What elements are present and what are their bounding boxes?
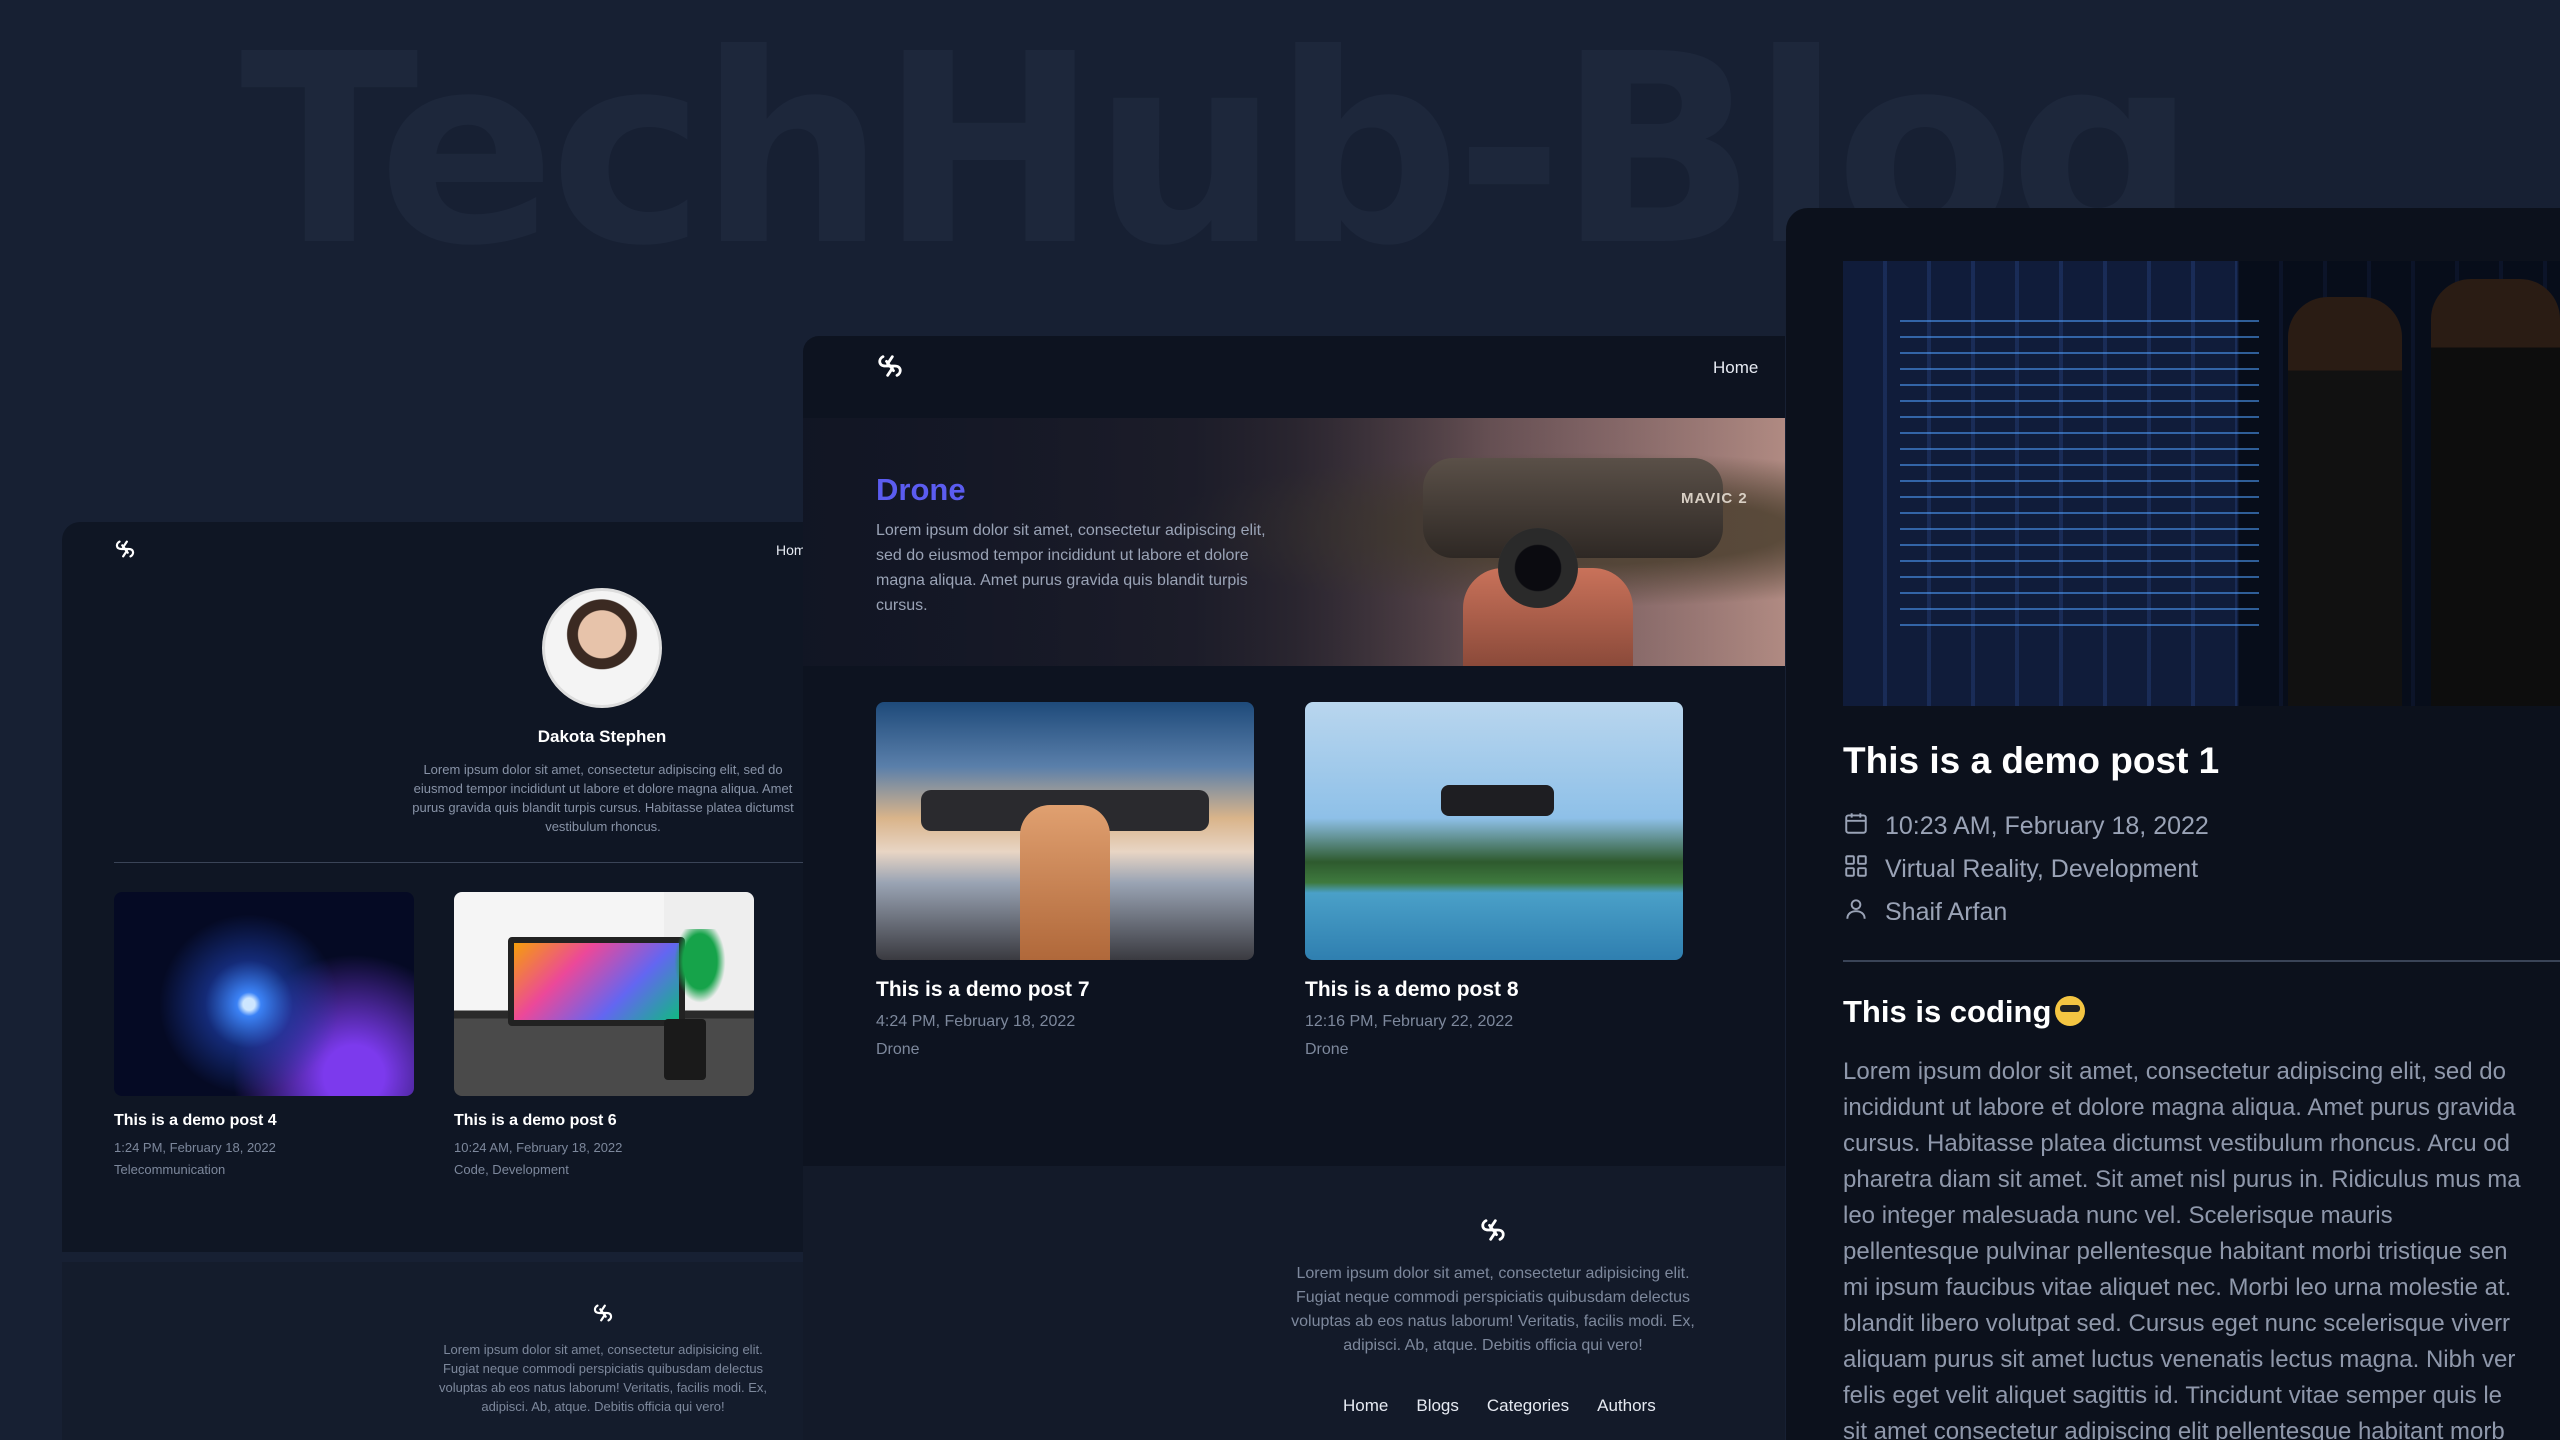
calendar-icon <box>1843 810 1869 843</box>
footer-text: Lorem ipsum dolor sit amet, consectetur … <box>1291 1265 1695 1354</box>
post-body: Lorem ipsum dolor sit amet, consectetur … <box>1843 1058 2521 1440</box>
nav-link-home[interactable]: Home <box>1713 358 1758 378</box>
post-date: 10:24 AM, February 18, 2022 <box>454 1140 623 1155</box>
category-page-preview: Home MAVIC 2 Drone Lorem ipsum dolor sit… <box>803 336 1785 1166</box>
post-categories-row: Virtual Reality, Development <box>1843 853 2198 886</box>
post-date: 10:23 AM, February 18, 2022 <box>1885 812 2209 840</box>
post-categories[interactable]: Telecommunication <box>114 1162 225 1177</box>
category-description: Lorem ipsum dolor sit amet, consectetur … <box>876 522 1266 614</box>
drone-model-label: MAVIC 2 <box>1681 490 1748 507</box>
post-title[interactable]: This is a demo post 7 <box>876 978 1090 1002</box>
logo-icon[interactable] <box>592 1302 614 1329</box>
drone-camera <box>1498 528 1578 608</box>
post-date: 4:24 PM, February 18, 2022 <box>876 1013 1076 1030</box>
post-title[interactable]: This is a demo post 4 <box>114 1112 277 1130</box>
category-title: Drone <box>876 472 966 507</box>
post-thumbnail-drone-lake[interactable] <box>1305 702 1683 960</box>
post-cover-image <box>1843 261 2560 706</box>
footer-link-categories[interactable]: Categories <box>1487 1396 1569 1416</box>
footer-link-blogs[interactable]: Blogs <box>1416 1396 1459 1416</box>
post-categories[interactable]: Drone <box>1305 1041 1349 1059</box>
divider <box>1843 960 2560 962</box>
category-hero-banner: MAVIC 2 Drone Lorem ipsum dolor sit amet… <box>803 418 1785 666</box>
author-page-footer: Lorem ipsum dolor sit amet, consectetur … <box>62 1262 804 1440</box>
logo-icon[interactable] <box>876 352 904 385</box>
post-categories[interactable]: Virtual Reality, Development <box>1885 855 2198 884</box>
post-categories[interactable]: Drone <box>876 1041 920 1059</box>
server-lights <box>1900 305 2259 640</box>
post-title[interactable]: This is a demo post 8 <box>1305 978 1519 1002</box>
nav-link-home[interactable]: Hom <box>776 542 804 558</box>
hand <box>1019 805 1111 960</box>
section-heading-text: This is coding <box>1843 994 2052 1029</box>
mug <box>664 1018 706 1080</box>
author-bio: Lorem ipsum dolor sit amet, consectetur … <box>412 762 794 834</box>
post-title[interactable]: This is a demo post 6 <box>454 1112 617 1130</box>
author-page-preview: Hom Dakota Stephen Lorem ipsum dolor sit… <box>62 522 804 1252</box>
footer-link-home[interactable]: Home <box>1343 1396 1388 1416</box>
post-title: This is a demo post 1 <box>1843 740 2220 781</box>
plant <box>670 928 730 1011</box>
section-heading: This is coding <box>1843 994 2086 1030</box>
post-date: 1:24 PM, February 18, 2022 <box>114 1140 276 1155</box>
post-detail-preview: This is a demo post 1 10:23 AM, February… <box>1786 208 2560 1440</box>
post-date: 12:16 PM, February 22, 2022 <box>1305 1013 1514 1030</box>
drone <box>1441 784 1555 816</box>
author-avatar <box>542 588 662 708</box>
user-icon <box>1843 896 1869 929</box>
footer-text: Lorem ipsum dolor sit amet, consectetur … <box>438 1342 768 1414</box>
logo-icon[interactable] <box>1479 1216 1507 1249</box>
post-categories[interactable]: Code, Development <box>454 1162 569 1177</box>
person <box>2430 278 2560 706</box>
author-name: Dakota Stephen <box>537 727 667 746</box>
divider <box>114 862 804 863</box>
laptop-screen <box>508 936 685 1027</box>
person <box>2287 296 2403 706</box>
logo-icon[interactable] <box>114 538 136 565</box>
post-author-row: Shaif Arfan <box>1843 896 2007 929</box>
post-author[interactable]: Shaif Arfan <box>1885 898 2007 927</box>
post-date-row: 10:23 AM, February 18, 2022 <box>1843 810 2209 843</box>
drone-body <box>1423 458 1723 558</box>
post-thumbnail-drone-cliff[interactable] <box>876 702 1254 960</box>
footer-link-authors[interactable]: Authors <box>1597 1396 1656 1416</box>
post-thumbnail-laptop[interactable] <box>454 892 754 1096</box>
post-thumbnail-network[interactable] <box>114 892 414 1096</box>
grid-icon <box>1843 853 1869 886</box>
footer-nav: Home Blogs Categories Authors <box>1343 1396 1656 1416</box>
smiling-sunglasses-emoji-icon <box>2055 996 2086 1026</box>
category-page-footer: Lorem ipsum dolor sit amet, consectetur … <box>803 1166 1785 1440</box>
